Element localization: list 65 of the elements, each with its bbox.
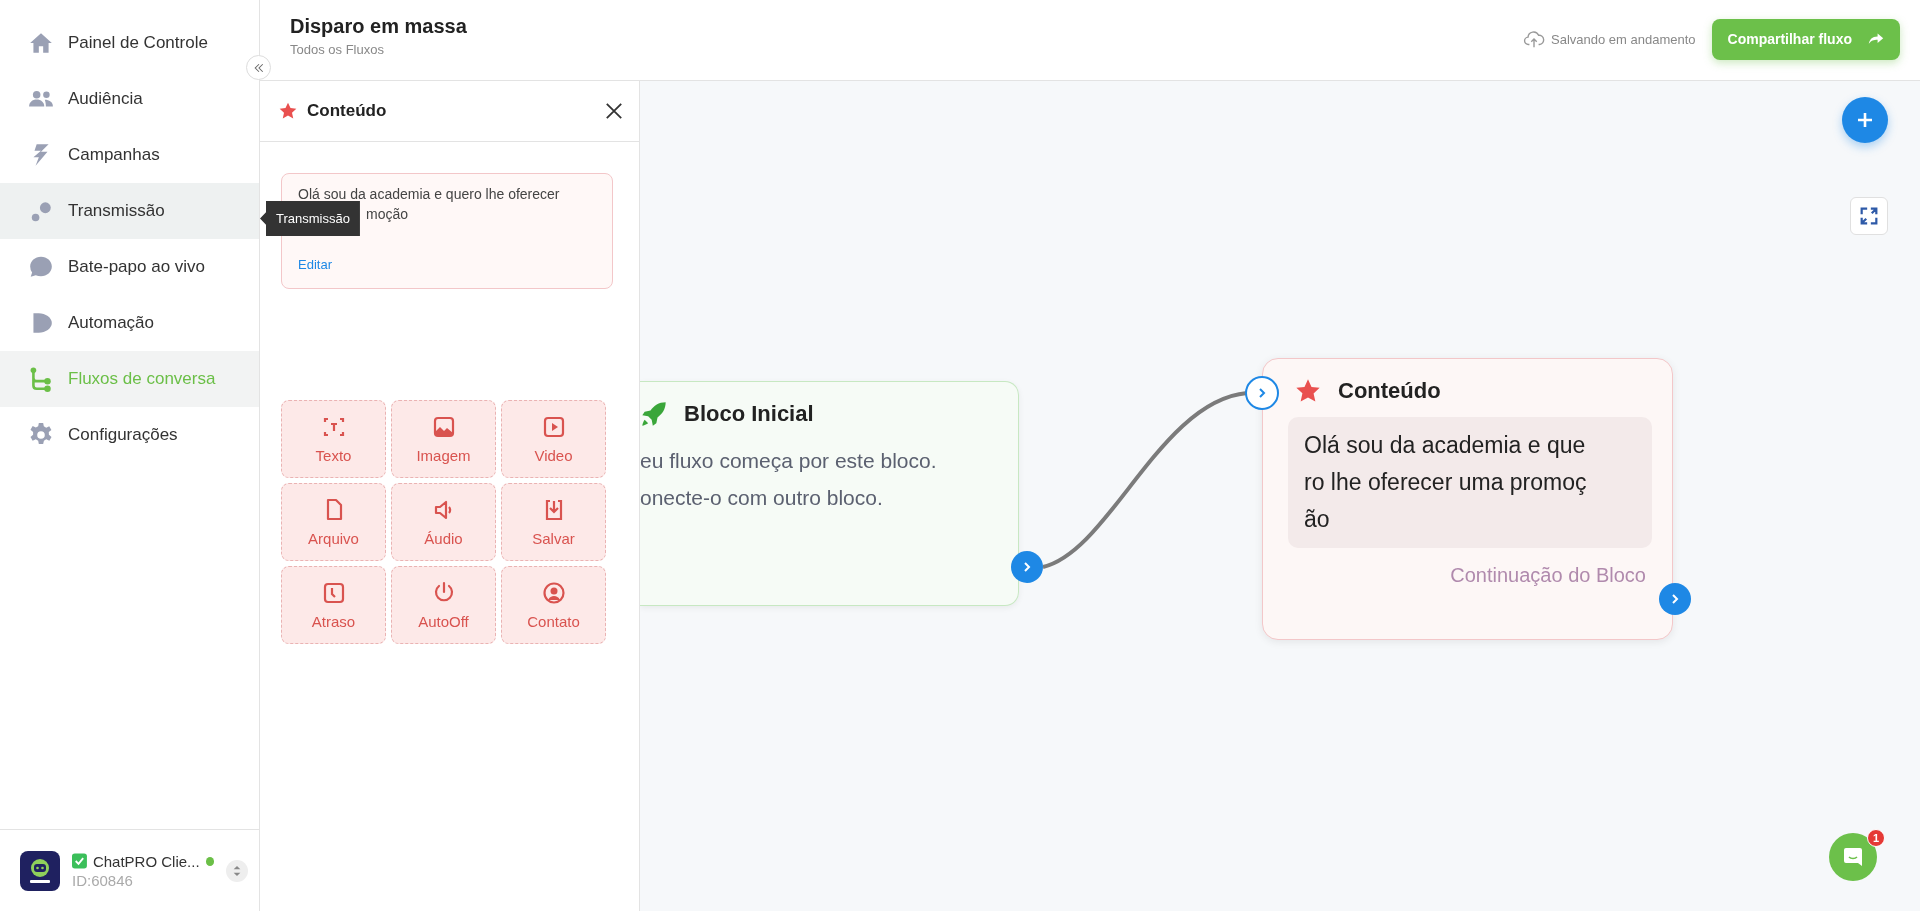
node-title: Bloco Inicial	[684, 401, 814, 427]
block-type-button[interactable]: Texto	[281, 400, 386, 478]
clock-icon	[321, 580, 346, 605]
contact-icon	[541, 580, 566, 605]
output-port[interactable]	[1011, 551, 1043, 583]
content-node[interactable]: Conteúdo Olá sou da academia e quero lhe oferecer uma promoção Continuação do Bloco	[1262, 358, 1673, 640]
flow-icon	[28, 366, 54, 392]
double-chevron-icon	[252, 61, 265, 74]
chevron-icon	[1021, 561, 1033, 573]
message-text: moção	[366, 205, 409, 224]
node-title: Conteúdo	[1338, 378, 1441, 404]
block-type-button[interactable]: Video	[501, 400, 606, 478]
sidebar-item[interactable]: Audiência	[0, 71, 259, 127]
panel-title: Conteúdo	[307, 101, 388, 121]
add-button[interactable]	[1842, 97, 1888, 143]
up-down-icon	[232, 863, 242, 878]
switch-account-button[interactable]	[226, 859, 248, 882]
save-status: Salvando em andamento	[1551, 31, 1696, 47]
sidebar-item[interactable]: Automação	[0, 295, 259, 351]
close-icon	[605, 102, 623, 120]
block-type-button[interactable]: Áudio	[391, 483, 496, 561]
star-icon	[278, 101, 298, 121]
node-text: onecte-o com outro bloco.	[640, 485, 884, 511]
video-icon	[541, 414, 566, 439]
expand-icon	[1858, 205, 1880, 227]
sidebar-item[interactable]: Configurações	[0, 407, 259, 463]
notification-badge: 1	[1867, 829, 1885, 847]
message-text: Olá sou da academia e quero lhe oferecer	[298, 185, 560, 204]
block-type-button[interactable]: Salvar	[501, 483, 606, 561]
plus-icon	[1855, 110, 1875, 130]
sidebar-item[interactable]: Bate-papo ao vivo	[0, 239, 259, 295]
block-type-button[interactable]: Arquivo	[281, 483, 386, 561]
sidebar-item[interactable]: Painel de Controle	[0, 15, 259, 71]
close-button[interactable]	[603, 100, 625, 122]
sidebar-item[interactable]: Campanhas	[0, 127, 259, 183]
chevron-icon	[1669, 593, 1681, 605]
fullscreen-button[interactable]	[1850, 197, 1888, 235]
app-logo-icon	[20, 850, 60, 891]
block-type-button[interactable]: Imagem	[391, 400, 496, 478]
sidebar-item[interactable]: Fluxos de conversa	[0, 351, 259, 407]
continuation-label: Continuação do Bloco	[1450, 564, 1646, 587]
block-type-button[interactable]: Atraso	[281, 566, 386, 644]
node-text: eu fluxo começa por este bloco.	[640, 448, 938, 474]
breadcrumb-link[interactable]: Todos os Fluxos	[290, 42, 467, 57]
sidebar-item[interactable]: Transmissão	[0, 183, 259, 239]
input-port[interactable]	[1245, 376, 1279, 410]
block-type-button[interactable]: AutoOff	[391, 566, 496, 644]
chevron-icon	[1256, 387, 1268, 399]
message-icon	[1841, 845, 1865, 869]
page-title: Disparo em massa	[290, 15, 467, 38]
image-icon	[431, 414, 456, 439]
share-button[interactable]: Compartilhar fluxo	[1711, 18, 1900, 60]
cloud-upload-icon	[1523, 28, 1545, 50]
tooltip: Transmissão	[260, 201, 360, 236]
share-arrow-icon	[1868, 32, 1884, 46]
block-type-button[interactable]: Contato	[501, 566, 606, 644]
chat-button[interactable]	[1829, 833, 1877, 881]
message-bubble: Olá sou da academia e quero lhe oferecer uma promoção	[1288, 417, 1652, 548]
collapse-button[interactable]	[246, 55, 271, 80]
account-name: ChatPRO Clie...	[92, 852, 200, 870]
rocket-icon	[640, 400, 668, 428]
output-port[interactable]	[1659, 583, 1691, 615]
start-node[interactable]: Bloco Inicial eu fluxo começa por este bloco. onecte-o com outro bloco.	[640, 381, 1019, 606]
account-id: ID:60846	[72, 871, 134, 889]
edit-link[interactable]: Editar	[298, 257, 332, 272]
